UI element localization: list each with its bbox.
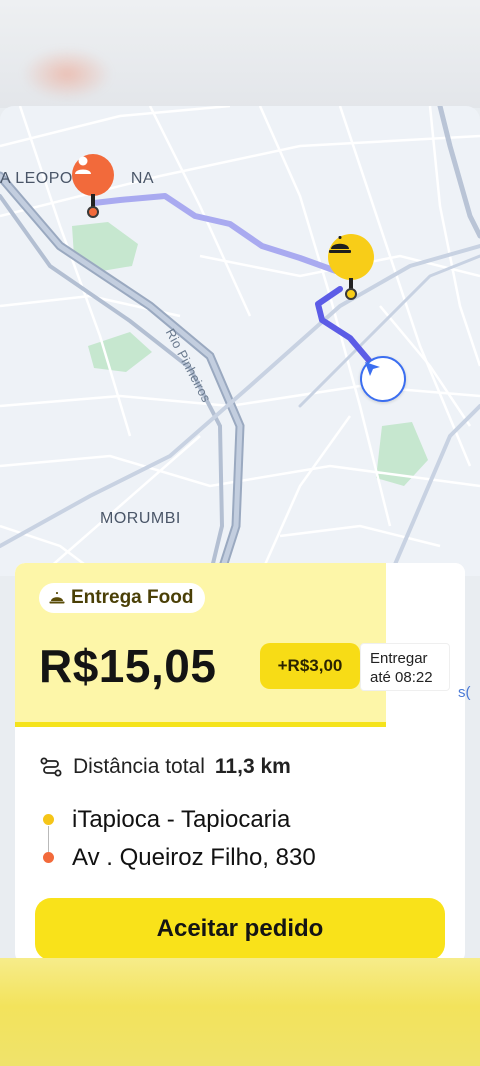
- category-label: Entrega Food: [71, 587, 194, 608]
- restaurant-pin-dot: [345, 288, 357, 300]
- distance-row: Distância total 11,3 km: [39, 755, 291, 779]
- map-label-morumbi: MORUMBI: [100, 510, 181, 527]
- food-cloche-icon: [329, 236, 351, 253]
- deadline-label: Entregar: [370, 650, 428, 667]
- delivery-deadline: Entregar até 08:22: [360, 643, 450, 691]
- order-offer-card: Entrega Food R$15,05 +R$3,00 Entregar at…: [15, 563, 465, 963]
- customer-pin-dot: [87, 206, 99, 218]
- category-badge: Entrega Food: [39, 583, 206, 613]
- restaurant-pin-icon[interactable]: [328, 234, 374, 280]
- offscreen-text-fragment: s(: [458, 684, 471, 701]
- dropoff-stop: Av . Queiroz Filho, 830: [39, 839, 316, 877]
- bonus-badge: +R$3,00: [260, 643, 360, 689]
- map-view[interactable]: A LEOPO NA MORUMBI Rio Pinheiros: [0, 106, 480, 576]
- pickup-dot-icon: [43, 814, 54, 825]
- dropoff-dot-icon: [43, 852, 54, 863]
- dropoff-address: Av . Queiroz Filho, 830: [72, 844, 316, 871]
- deadline-time: até 08:22: [370, 669, 433, 686]
- accept-order-button[interactable]: Aceitar pedido: [35, 898, 445, 960]
- customer-pin-icon[interactable]: [72, 154, 114, 196]
- current-location-icon[interactable]: [360, 356, 406, 402]
- navigation-arrow-icon: [365, 362, 380, 376]
- screen: A LEOPO NA MORUMBI Rio Pinheiros Entrega…: [0, 0, 480, 1066]
- pickup-name: iTapioca - Tapiocaria: [72, 806, 291, 833]
- header-divider: [15, 722, 386, 727]
- route-icon: [40, 757, 62, 777]
- distance-value: 11,3 km: [214, 755, 291, 778]
- order-price: R$15,05: [39, 640, 217, 692]
- blurred-background-bottom: [0, 958, 480, 1066]
- person-icon: [75, 156, 91, 174]
- blurred-background-top: [0, 0, 480, 108]
- food-cloche-icon: [49, 592, 65, 604]
- pickup-stop: iTapioca - Tapiocaria: [39, 801, 316, 839]
- route-stops: iTapioca - Tapiocaria Av . Queiroz Filho…: [39, 801, 316, 877]
- distance-label: Distância total: [73, 755, 205, 778]
